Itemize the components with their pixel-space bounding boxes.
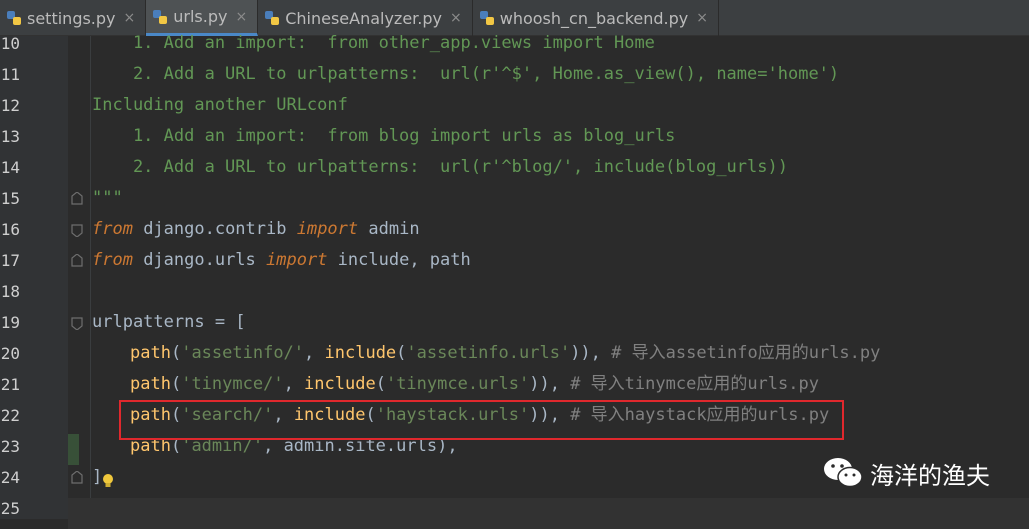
tab-label: urls.py [173, 7, 228, 26]
line-number: 24 [0, 468, 20, 487]
keyword: import [266, 250, 328, 270]
keyword: from [92, 219, 133, 239]
code-text: )), [529, 374, 560, 394]
wechat-icon [824, 458, 863, 488]
code-line: 20 path('assetinfo/', include('assetinfo… [0, 338, 1029, 369]
code-line: 10 1. Add an import: from other_app.view… [0, 28, 1029, 59]
code-comment: # 导入assetinfo应用的urls.py [600, 343, 881, 363]
docstring-text: """ [92, 188, 123, 208]
line-number: 13 [0, 127, 20, 146]
line-number: 21 [0, 375, 20, 394]
code-comment: # 导入tinymce应用的urls.py [559, 374, 819, 394]
python-file-icon [153, 9, 168, 24]
code-text: )), [570, 343, 601, 363]
close-icon[interactable]: × [124, 10, 136, 26]
fold-end-icon[interactable] [70, 471, 84, 485]
keyword: import [296, 219, 359, 239]
line-number: 19 [0, 313, 20, 332]
docstring-text: 1. Add an import: from blog import urls … [92, 126, 676, 146]
import-name: admin [358, 219, 420, 239]
lightbulb-icon[interactable] [101, 473, 115, 489]
function-name: include [324, 343, 397, 363]
close-icon[interactable]: × [235, 9, 247, 25]
function-name: path [130, 374, 171, 394]
fold-start-icon[interactable] [70, 316, 84, 330]
code-editor[interactable]: 10 1. Add an import: from other_app.view… [0, 33, 1029, 529]
watermark-text: 海洋的渔夫 [870, 461, 990, 490]
line-number: 10 [0, 34, 20, 53]
fold-start-icon[interactable] [70, 223, 84, 237]
docstring-text: 2. Add a URL to urlpatterns: url(r'^$', … [92, 64, 840, 84]
code-line: 25 [0, 493, 1029, 524]
annotation-highlight-box [119, 400, 844, 440]
string-literal: 'tinymce.urls' [385, 374, 530, 394]
watermark: 海洋的渔夫 [822, 455, 990, 491]
tab-label: ChineseAnalyzer.py [285, 8, 442, 28]
line-number: 11 [0, 65, 20, 84]
code-line: 18 [0, 276, 1029, 307]
line-number: 16 [0, 220, 20, 239]
function-name: include [304, 374, 376, 394]
module-name: django.contrib [132, 219, 297, 239]
close-icon[interactable]: × [450, 10, 462, 26]
docstring-text: 2. Add a URL to urlpatterns: url(r'^blog… [92, 157, 788, 177]
line-number: 17 [0, 251, 20, 270]
tab-label: settings.py [27, 8, 116, 28]
fold-end-icon[interactable] [70, 192, 84, 206]
line-number: 14 [0, 158, 20, 177]
code-line: 14 2. Add a URL to urlpatterns: url(r'^b… [0, 152, 1029, 183]
import-name: include, path [327, 250, 471, 270]
line-number: 25 [0, 499, 20, 518]
string-literal: 'assetinfo/' [181, 343, 305, 363]
tab-label: whoosh_cn_backend.py [499, 8, 689, 28]
python-file-icon [265, 11, 280, 25]
code-line: 16 from django.contrib import admin [0, 214, 1029, 245]
keyword: from [92, 250, 133, 270]
code-line: 13 1. Add an import: from blog import ur… [0, 121, 1029, 152]
docstring-text: 1. Add an import: from other_app.views i… [92, 33, 655, 53]
module-name: django.urls [132, 250, 267, 270]
line-number: 18 [0, 282, 20, 301]
function-name: path [130, 343, 171, 363]
line-number: 22 [0, 406, 20, 425]
code-line: 15 """ [0, 183, 1029, 214]
code-text: urlpatterns = [ [92, 312, 246, 332]
line-number: 15 [0, 189, 20, 208]
code-line: 17 from django.urls import include, path [0, 245, 1029, 276]
fold-end-icon[interactable] [70, 254, 84, 268]
python-file-icon [7, 11, 21, 25]
code-line: 19 urlpatterns = [ [0, 307, 1029, 338]
code-line: 12 Including another URLconf [0, 90, 1029, 121]
string-literal: 'assetinfo.urls' [406, 343, 571, 363]
python-file-icon [479, 11, 494, 25]
docstring-text: Including another URLconf [92, 95, 348, 115]
string-literal: 'tinymce/' [181, 374, 284, 394]
line-number: 12 [0, 96, 20, 115]
code-line: 11 2. Add a URL to urlpatterns: url(r'^$… [0, 59, 1029, 90]
code-line: 21 path('tinymce/', include('tinymce.url… [0, 369, 1029, 400]
line-number: 20 [0, 344, 20, 363]
line-number: 23 [0, 437, 20, 456]
close-icon[interactable]: × [696, 10, 708, 26]
